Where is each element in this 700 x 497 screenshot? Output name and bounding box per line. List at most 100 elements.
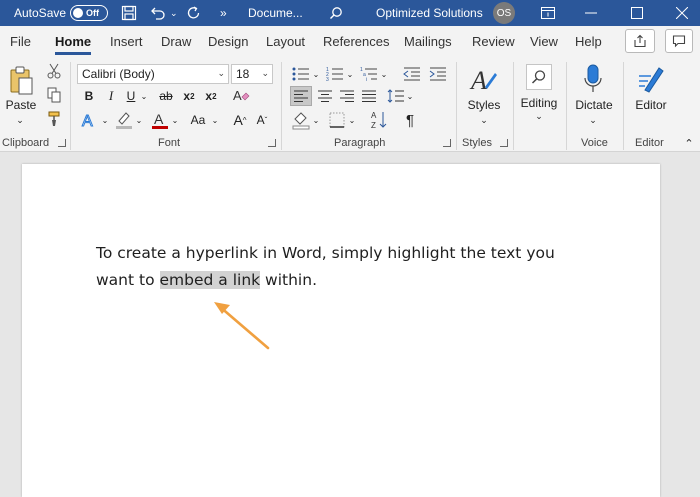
autosave-toggle[interactable]: Off: [70, 0, 108, 26]
align-right-icon[interactable]: [336, 86, 358, 106]
highlight-dropdown-icon[interactable]: ⌄: [134, 111, 144, 129]
subscript-button[interactable]: x2: [182, 87, 196, 105]
styles-group-label: Styles: [462, 137, 492, 149]
subscript-x: x: [183, 89, 191, 103]
shading-icon[interactable]: [290, 109, 312, 131]
tab-draw[interactable]: Draw: [161, 34, 191, 49]
text-effects-icon[interactable]: A: [80, 109, 100, 131]
tab-layout[interactable]: Layout: [266, 34, 305, 49]
undo-dropdown-icon[interactable]: ⌄: [170, 0, 178, 26]
redo-icon[interactable]: [186, 0, 202, 26]
line-spacing-icon[interactable]: [386, 86, 406, 106]
superscript-button[interactable]: x2: [204, 87, 218, 105]
tab-references[interactable]: References: [323, 34, 389, 49]
align-left-button[interactable]: [290, 86, 312, 106]
multilevel-dropdown-icon[interactable]: ⌄: [380, 66, 388, 82]
sort-icon[interactable]: AZ: [368, 109, 390, 131]
highlight-color-icon[interactable]: [114, 109, 134, 131]
tab-help[interactable]: Help: [575, 34, 602, 49]
shrink-font-button[interactable]: Aˇ: [254, 109, 270, 131]
font-color-dropdown-icon[interactable]: ⌄: [170, 111, 180, 129]
font-size-select[interactable]: 18 ⌄: [231, 64, 273, 84]
superscript-mark: 2: [212, 91, 217, 101]
grow-font-button[interactable]: A ^: [232, 109, 248, 131]
borders-icon[interactable]: [326, 109, 348, 131]
editing-dropdown-icon[interactable]: ⌄: [533, 110, 545, 122]
bullets-icon[interactable]: [290, 64, 312, 84]
font-launcher-icon[interactable]: [268, 139, 276, 147]
search-icon[interactable]: [329, 0, 343, 26]
shading-dropdown-icon[interactable]: ⌄: [312, 111, 320, 129]
bullets-dropdown-icon[interactable]: ⌄: [312, 66, 320, 82]
strikethrough-button[interactable]: ab: [156, 87, 176, 105]
tab-view[interactable]: View: [530, 34, 558, 49]
avatar[interactable]: OS: [493, 0, 515, 26]
dictate-button[interactable]: Dictate: [570, 98, 618, 112]
multilevel-list-icon[interactable]: 1ai: [358, 64, 380, 84]
tab-design[interactable]: Design: [208, 34, 248, 49]
font-size-value: 18: [236, 67, 250, 81]
tab-insert[interactable]: Insert: [110, 34, 143, 49]
svg-text:A: A: [154, 111, 164, 127]
superscript-x: x: [205, 89, 213, 103]
text-effects-dropdown-icon[interactable]: ⌄: [100, 111, 110, 129]
annotation-arrow: [214, 302, 270, 350]
borders-dropdown-icon[interactable]: ⌄: [348, 111, 356, 129]
more-commands[interactable]: »: [220, 0, 227, 26]
cut-icon[interactable]: [46, 62, 62, 80]
minimize-icon[interactable]: [585, 0, 597, 26]
italic-button[interactable]: I: [104, 87, 118, 105]
ribbon-tabs: File Home Insert Draw Design Layout Refe…: [0, 26, 700, 58]
numbering-dropdown-icon[interactable]: ⌄: [346, 66, 354, 82]
change-case-button[interactable]: Aa: [186, 109, 210, 131]
save-icon[interactable]: [121, 0, 137, 26]
tab-review[interactable]: Review: [472, 34, 515, 49]
maximize-icon[interactable]: [631, 0, 643, 26]
numbering-icon[interactable]: 123: [324, 64, 346, 84]
paste-button[interactable]: Paste: [4, 98, 38, 112]
line-spacing-dropdown-icon[interactable]: ⌄: [406, 88, 414, 104]
styles-dropdown-icon[interactable]: ⌄: [478, 114, 490, 126]
paste-dropdown-icon[interactable]: ⌄: [14, 114, 26, 126]
underline-button[interactable]: U: [124, 87, 138, 105]
grow-font-letter: A: [233, 112, 243, 128]
close-icon[interactable]: [676, 0, 688, 26]
decrease-indent-icon[interactable]: [402, 64, 422, 84]
editor-button[interactable]: Editor: [628, 98, 674, 112]
styles-launcher-icon[interactable]: [500, 139, 508, 147]
find-icon[interactable]: [526, 64, 552, 90]
align-center-icon[interactable]: [314, 86, 336, 106]
microphone-icon[interactable]: [580, 62, 606, 96]
editing-button[interactable]: Editing: [516, 96, 562, 110]
user-name[interactable]: Optimized Solutions: [376, 0, 483, 26]
share-button[interactable]: [625, 29, 655, 53]
justify-icon[interactable]: [358, 86, 380, 106]
styles-button[interactable]: Styles: [462, 98, 506, 112]
styles-icon[interactable]: A: [468, 64, 500, 98]
svg-text:A: A: [82, 113, 93, 129]
change-case-dropdown-icon[interactable]: ⌄: [210, 111, 220, 129]
bold-button[interactable]: B: [82, 87, 96, 105]
tab-mailings[interactable]: Mailings: [404, 34, 452, 49]
format-painter-icon[interactable]: [46, 110, 62, 128]
copy-icon[interactable]: [46, 86, 62, 104]
underline-dropdown-icon[interactable]: ⌄: [139, 87, 149, 105]
font-name-select[interactable]: Calibri (Body) ⌄: [77, 64, 229, 84]
font-color-icon[interactable]: A: [150, 109, 170, 131]
increase-indent-icon[interactable]: [428, 64, 448, 84]
ribbon-display-options-icon[interactable]: [541, 0, 555, 26]
dictate-dropdown-icon[interactable]: ⌄: [587, 114, 599, 126]
comments-button[interactable]: [665, 29, 693, 53]
clear-formatting-icon[interactable]: A: [230, 85, 252, 107]
tab-home[interactable]: Home: [55, 34, 92, 55]
paste-icon[interactable]: [6, 64, 36, 98]
editor-group-label: Editor: [635, 137, 664, 149]
undo-icon[interactable]: [149, 0, 167, 26]
editor-icon[interactable]: [636, 62, 666, 96]
tab-file[interactable]: File: [10, 34, 31, 49]
paragraph-launcher-icon[interactable]: [443, 139, 451, 147]
collapse-ribbon-icon[interactable]: ⌃: [682, 136, 696, 150]
show-formatting-button[interactable]: ¶: [400, 109, 420, 131]
document-title: Docume...: [248, 6, 303, 20]
clipboard-launcher-icon[interactable]: [58, 139, 66, 147]
